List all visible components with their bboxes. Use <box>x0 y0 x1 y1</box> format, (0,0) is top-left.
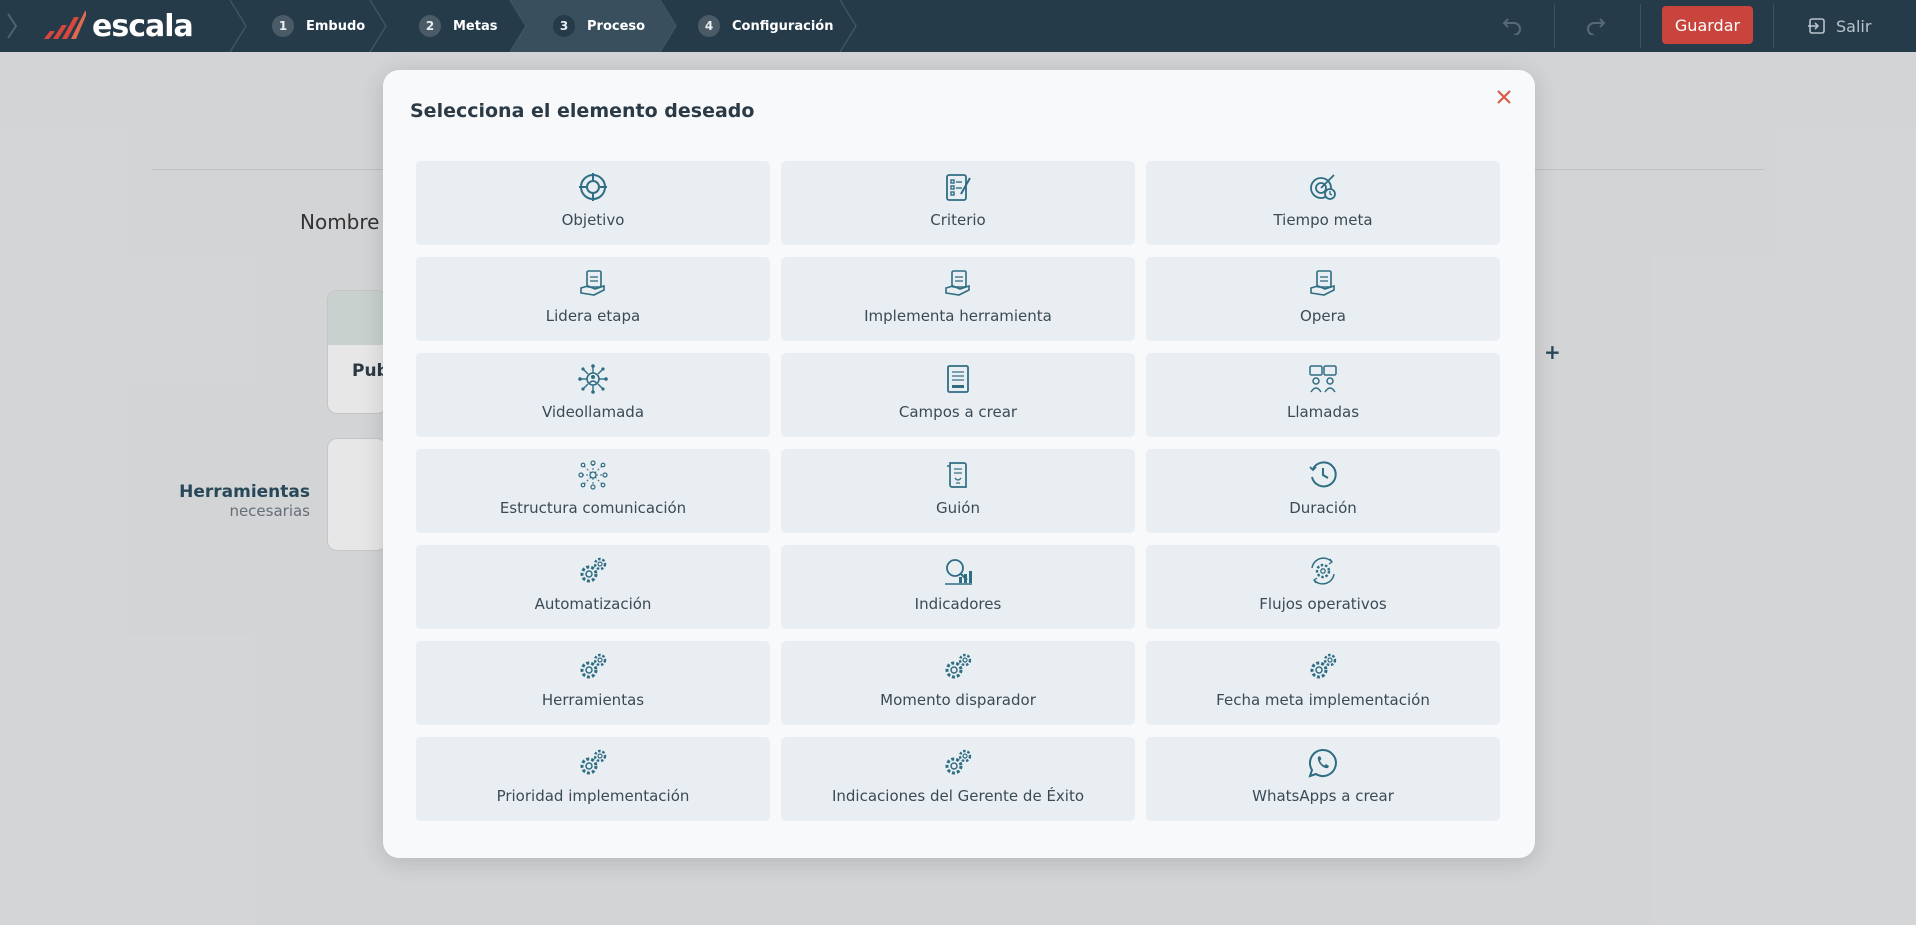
close-icon <box>1497 90 1511 104</box>
element-option-automatizacion[interactable]: Automatización <box>416 545 770 629</box>
element-option-herramientas[interactable]: Herramientas <box>416 641 770 725</box>
close-button[interactable] <box>1491 84 1517 110</box>
element-option-indicaciones-gerente[interactable]: Indicaciones del Gerente de Éxito <box>781 737 1135 821</box>
step-label: Proceso <box>587 18 646 34</box>
element-option-tiempo-meta[interactable]: Tiempo meta <box>1146 161 1500 245</box>
undo-button[interactable] <box>1496 0 1526 52</box>
element-option-prioridad-implementacion[interactable]: Prioridad implementación <box>416 737 770 821</box>
save-button[interactable]: Guardar <box>1662 6 1753 44</box>
gears-icon <box>945 653 972 679</box>
step-number: 2 <box>419 15 441 37</box>
gears-icon <box>580 557 607 583</box>
gears-icon <box>580 749 607 775</box>
option-label: Momento disparador <box>880 691 1036 709</box>
gears-icon <box>945 749 972 775</box>
exit-icon <box>1808 18 1825 34</box>
toolbar-divider <box>1554 4 1555 48</box>
step-proceso[interactable]: 3 Proceso <box>553 0 645 52</box>
option-label: Flujos operativos <box>1259 595 1387 613</box>
target-icon <box>579 173 607 201</box>
modal-title: Selecciona el elemento deseado <box>410 100 755 122</box>
element-option-campos-a-crear[interactable]: Campos a crear <box>781 353 1135 437</box>
redo-button[interactable] <box>1582 0 1612 52</box>
option-label: WhatsApps a crear <box>1252 787 1394 805</box>
element-option-guion[interactable]: Guión <box>781 449 1135 533</box>
logo-bars-icon <box>44 11 86 39</box>
redo-icon <box>1587 18 1606 35</box>
toolbar-divider <box>1773 4 1774 48</box>
option-label: Implementa herramienta <box>864 307 1052 325</box>
element-grid: Objetivo Criterio Tiempo meta Lidera eta… <box>416 161 1502 821</box>
step-embudo[interactable]: 1 Embudo <box>272 0 365 52</box>
option-label: Automatización <box>534 595 652 613</box>
option-label: Criterio <box>930 211 986 229</box>
element-option-lidera-etapa[interactable]: Lidera etapa <box>416 257 770 341</box>
element-option-flujos-operativos[interactable]: Flujos operativos <box>1146 545 1500 629</box>
option-label: Prioridad implementación <box>496 787 690 805</box>
option-label: Objetivo <box>561 211 625 229</box>
hand-clipboard-icon <box>1310 270 1335 296</box>
magnifier-chart-icon <box>945 559 972 585</box>
element-option-estructura-comunicacion[interactable]: Estructura comunicación <box>416 449 770 533</box>
element-option-indicadores[interactable]: Indicadores <box>781 545 1135 629</box>
clock-icon <box>1309 461 1337 488</box>
exit-label: Salir <box>1836 16 1872 36</box>
network-person-icon <box>578 364 608 394</box>
element-option-momento-disparador[interactable]: Momento disparador <box>781 641 1135 725</box>
checklist-icon <box>946 174 971 201</box>
element-option-criterio[interactable]: Criterio <box>781 161 1135 245</box>
top-bar: escala 1 Embudo 2 Metas 3 Proceso 4 Conf… <box>0 0 1916 52</box>
undo-icon <box>1502 18 1521 35</box>
option-label: Estructura comunicación <box>499 499 687 517</box>
target-clock-icon <box>1310 174 1336 200</box>
step-configuracion[interactable]: 4 Configuración <box>698 0 833 52</box>
element-option-videollamada[interactable]: Videollamada <box>416 353 770 437</box>
step-label: Embudo <box>306 18 366 34</box>
brand-name: escala <box>92 8 194 44</box>
step-metas[interactable]: 2 Metas <box>419 0 497 52</box>
option-label: Indicaciones del Gerente de Éxito <box>831 787 1085 805</box>
hand-clipboard-icon <box>945 270 970 296</box>
option-label: Guión <box>936 499 980 517</box>
brand-logo[interactable]: escala <box>44 8 194 44</box>
whatsapp-icon <box>1308 748 1337 778</box>
option-label: Herramientas <box>541 691 645 709</box>
element-option-fecha-meta-implementacion[interactable]: Fecha meta implementación <box>1146 641 1500 725</box>
script-icon <box>947 462 967 488</box>
option-label: Opera <box>1300 307 1346 325</box>
element-option-implementa-herramienta[interactable]: Implementa herramienta <box>781 257 1135 341</box>
network-nodes-icon <box>578 460 608 490</box>
exit-button[interactable]: Salir <box>1808 0 1871 52</box>
option-label: Llamadas <box>1286 403 1360 421</box>
people-chat-icon <box>1309 365 1337 393</box>
option-label: Indicadores <box>914 595 1002 613</box>
element-option-duracion[interactable]: Duración <box>1146 449 1500 533</box>
option-label: Lidera etapa <box>545 307 641 325</box>
element-option-objetivo[interactable]: Objetivo <box>416 161 770 245</box>
form-icon <box>947 365 969 393</box>
step-number: 1 <box>272 15 294 37</box>
option-label: Campos a crear <box>898 403 1018 421</box>
step-label: Configuración <box>732 18 834 34</box>
element-option-whatsapps-a-crear[interactable]: WhatsApps a crear <box>1146 737 1500 821</box>
toolbar-divider <box>1640 4 1641 48</box>
hand-clipboard-icon <box>580 270 605 296</box>
option-label: Duración <box>1289 499 1357 517</box>
option-label: Videollamada <box>541 403 645 421</box>
step-number: 4 <box>698 15 720 37</box>
element-picker-modal: Selecciona el elemento deseado Objetivo <box>383 70 1535 858</box>
option-label: Fecha meta implementación <box>1216 691 1430 709</box>
step-number: 3 <box>553 15 575 37</box>
element-option-opera[interactable]: Opera <box>1146 257 1500 341</box>
gears-icon <box>580 653 607 679</box>
step-label: Metas <box>453 18 498 34</box>
gear-cycle-icon <box>1311 557 1335 585</box>
option-label: Tiempo meta <box>1273 211 1373 229</box>
gears-icon <box>1310 653 1337 679</box>
element-option-llamadas[interactable]: Llamadas <box>1146 353 1500 437</box>
menu-chevron-icon[interactable] <box>0 0 30 52</box>
